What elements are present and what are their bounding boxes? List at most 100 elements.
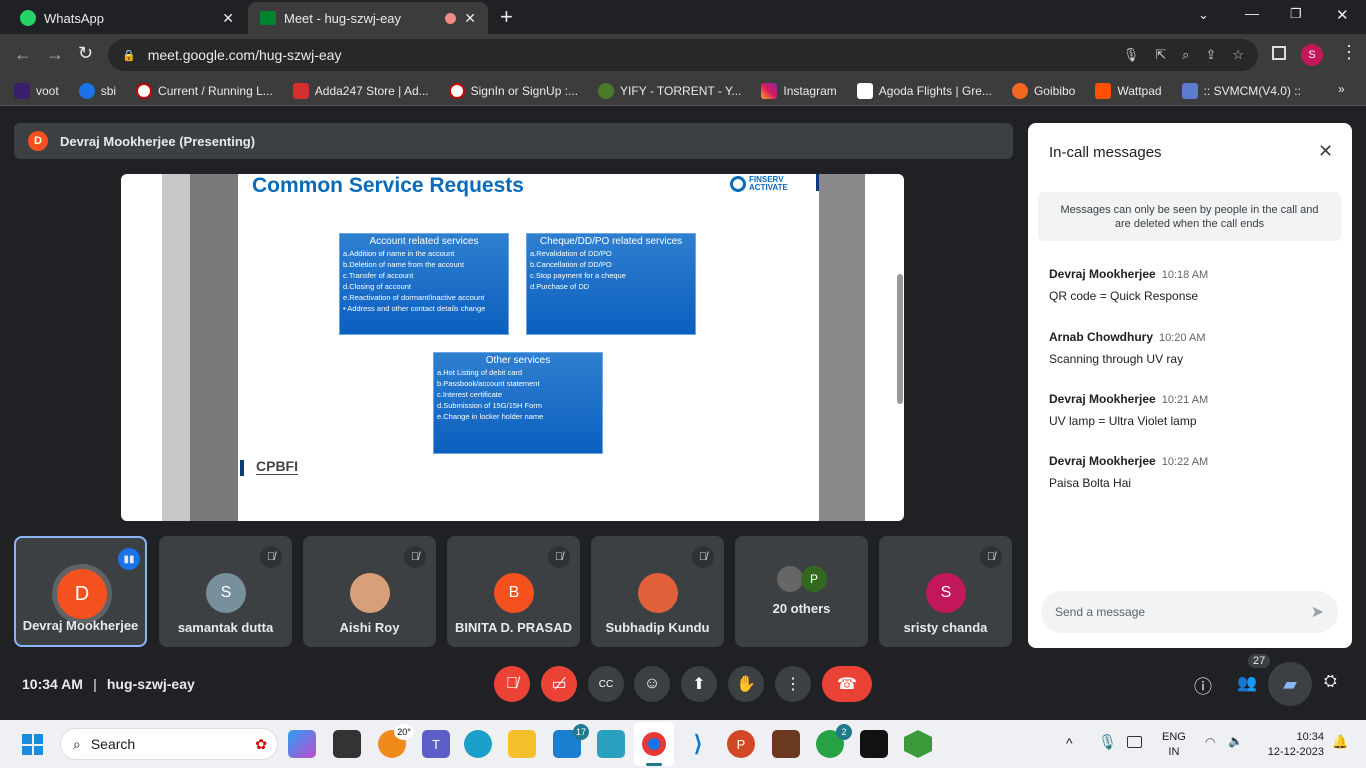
app-icon[interactable] (333, 730, 361, 758)
participant-tile[interactable]: 🎙̸ S samantak dutta (159, 536, 292, 647)
bookmark-instagram[interactable]: Instagram (761, 82, 837, 99)
participant-tile[interactable]: ▮▮ D Devraj Mookherjee (14, 536, 147, 647)
zoom-icon[interactable]: ⌕ (1182, 47, 1189, 63)
slide-scrollbar[interactable] (897, 274, 903, 404)
poinsettia-icon: ✿ (255, 735, 267, 752)
restore-button[interactable]: ❐ (1290, 6, 1302, 22)
chat-button[interactable]: ▰ (1268, 662, 1312, 706)
bookmark-yify[interactable]: YIFY - TORRENT - Y... (598, 82, 741, 99)
bookmark-agoda[interactable]: Agoda Flights | Gre... (856, 82, 992, 99)
participant-tile[interactable]: 🎙̸ Aishi Roy (303, 536, 436, 647)
presenter-bar: D Devraj Mookherjee (Presenting) (14, 123, 1013, 159)
address-bar[interactable]: 🔒 meet.google.com/hug-szwj-eay 🎙 ⇱ ⌕ ⇪ ☆ (108, 39, 1258, 71)
file-explorer-icon[interactable] (508, 730, 536, 758)
people-icon[interactable]: 👥 (1237, 673, 1257, 693)
avatar: S (926, 573, 966, 613)
box-item: e.Change in locker holder name (437, 412, 544, 421)
tab-whatsapp[interactable]: WhatsApp ✕ (8, 2, 246, 34)
minimize-button[interactable]: — (1245, 5, 1259, 21)
box-item: c.Transfer of account (343, 271, 414, 280)
powerpoint-icon[interactable]: P (727, 730, 755, 758)
tab-search-icon[interactable]: ⌄ (1198, 7, 1209, 23)
raise-hand-button[interactable]: ✋ (728, 666, 764, 702)
app-icon[interactable] (772, 730, 800, 758)
footer-accent (240, 460, 244, 476)
start-button[interactable] (22, 734, 43, 755)
desktop-icon[interactable] (597, 730, 625, 758)
copilot-icon[interactable] (288, 730, 316, 758)
language-indicator[interactable]: ENG IN (1162, 730, 1186, 760)
bookmark-sbi[interactable]: sbi (78, 82, 116, 99)
bookmark-voot[interactable]: voot (14, 82, 59, 99)
send-icon[interactable]: ➤ (1311, 602, 1324, 622)
avatar: S (206, 573, 246, 613)
more-options-button[interactable]: ⋮ (775, 666, 811, 702)
teams-icon[interactable]: T (422, 730, 450, 758)
close-tab-icon[interactable]: ✕ (464, 10, 476, 27)
meeting-details-icon[interactable]: ⓘ (1194, 673, 1212, 699)
bookmark-adda247[interactable]: Adda247 Store | Ad... (292, 82, 429, 99)
microphone-in-use-icon[interactable]: 🎙 (1098, 733, 1117, 751)
slide: Common Service Requests FINSERV ACTIVATE … (238, 174, 819, 521)
open-in-window-icon[interactable]: ⇱ (1155, 47, 1166, 63)
box-item: a.Revalidation of DD/PO (530, 249, 612, 258)
bookmark-goibibo[interactable]: Goibibo (1011, 82, 1075, 99)
camera-toggle-button[interactable]: ▭̸ (541, 666, 577, 702)
more-bookmarks-icon[interactable]: » (1338, 82, 1345, 96)
leave-call-button[interactable]: ☎ (822, 666, 872, 702)
participant-tile[interactable]: 🎙̸ Subhadip Kundu (591, 536, 724, 647)
others-tile[interactable]: P 20 others (735, 536, 868, 647)
vscode-icon[interactable]: ⟩ (684, 730, 712, 758)
share-icon[interactable]: ⇪ (1205, 47, 1216, 63)
captions-button[interactable]: CC (588, 666, 624, 702)
bookmark-wattpad[interactable]: Wattpad (1095, 82, 1162, 99)
box-item: a.Hot Listing of debit card (437, 368, 523, 377)
menu-icon[interactable]: ⋮ (1340, 42, 1358, 63)
bookmark-svmcm[interactable]: :: SVMCM(V4.0) :: (1181, 82, 1301, 99)
reload-icon[interactable]: ↻ (78, 43, 93, 64)
close-chat-button[interactable]: ✕ (1318, 141, 1333, 162)
back-icon[interactable]: ← (14, 44, 32, 65)
weather-icon[interactable]: 20° (378, 724, 414, 758)
close-window-button[interactable]: ✕ (1336, 6, 1349, 24)
mic-toggle-button[interactable]: 🎙̸ (494, 666, 530, 702)
whatsapp-taskbar-icon[interactable]: 2 (816, 724, 852, 758)
new-tab-button[interactable]: + (500, 4, 513, 30)
participant-tile[interactable]: 🎙̸ B BINITA D. PRASAD (447, 536, 580, 647)
message-text: UV lamp = Ultra Violet lamp (1049, 414, 1197, 428)
mail-icon[interactable]: 17 (553, 724, 589, 758)
notifications-icon[interactable]: 🔔 (1332, 734, 1348, 750)
wifi-icon[interactable]: ◠ (1205, 735, 1215, 749)
touchpad-icon[interactable] (1127, 736, 1142, 748)
terminal-icon[interactable] (860, 730, 888, 758)
chrome-taskbar-button[interactable] (634, 722, 674, 766)
microphone-icon[interactable]: 🎙 (1123, 47, 1140, 63)
clock[interactable]: 10:34 12-12-2023 (1258, 730, 1324, 760)
present-button[interactable]: ⬆ (681, 666, 717, 702)
bookmark-signin[interactable]: SignIn or SignUp :... (448, 82, 578, 99)
taskbar-search[interactable]: ⌕ Search ✿ (60, 728, 278, 760)
url-text[interactable]: meet.google.com/hug-szwj-eay (148, 47, 342, 63)
bookmark-current-running[interactable]: Current / Running L... (136, 82, 273, 99)
bookmark-label: Current / Running L... (158, 83, 273, 98)
participant-tile[interactable]: 🎙̸ S sristy chanda (879, 536, 1012, 647)
reactions-button[interactable]: ☺ (634, 666, 670, 702)
mic-off-icon: 🎙̸ (260, 546, 282, 568)
box-title: Cheque/DD/PO related services (539, 236, 683, 247)
volume-icon[interactable]: 🔈 (1228, 734, 1243, 748)
tab-meet[interactable]: Meet - hug-szwj-eay ✕ (248, 2, 488, 34)
close-tab-icon[interactable]: ✕ (222, 10, 234, 27)
nodejs-icon[interactable] (904, 730, 932, 758)
profile-avatar[interactable]: S (1301, 44, 1323, 66)
activities-icon[interactable]: ⛭ (1324, 673, 1337, 691)
tab-label: Meet - hug-szwj-eay (284, 10, 402, 26)
side-panel-icon[interactable] (1272, 46, 1286, 60)
message-input[interactable]: Send a message ➤ (1041, 591, 1338, 633)
edge-icon[interactable] (464, 730, 492, 758)
meet-icon (260, 11, 276, 25)
bookmark-star-icon[interactable]: ☆ (1232, 47, 1244, 63)
bookmark-label: Instagram (783, 83, 837, 98)
forward-icon[interactable]: → (46, 44, 64, 65)
show-hidden-icons[interactable]: ^ (1066, 735, 1073, 751)
chat-title: In-call messages (1049, 144, 1162, 161)
